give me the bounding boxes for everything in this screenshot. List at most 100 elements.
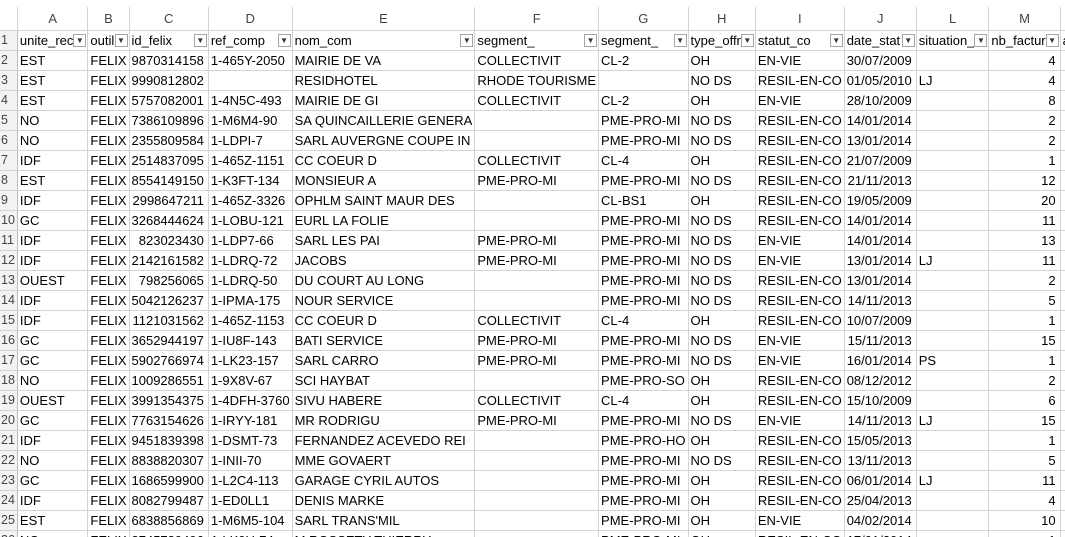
table-cell[interactable] — [916, 110, 990, 131]
table-cell[interactable]: 21/07/2009 — [844, 150, 917, 171]
table-cell[interactable]: 11 — [988, 210, 1061, 231]
table-cell[interactable]: SARL TRANS'MIL — [292, 510, 476, 531]
table-cell[interactable]: 3991354375 — [129, 390, 209, 411]
table-cell[interactable]: PME-PRO-MI — [598, 330, 689, 351]
table-cell[interactable]: OH — [688, 470, 756, 491]
table-cell[interactable]: RESIL-EN-CO — [755, 450, 845, 471]
table-cell[interactable]: 1-LK23-157 — [208, 350, 293, 371]
table-cell[interactable] — [474, 530, 600, 537]
table-cell[interactable]: 13/11/2013 — [844, 450, 917, 471]
column-header-p[interactable]: P — [1060, 7, 1065, 31]
header-cell[interactable]: outil ▼ — [87, 30, 130, 51]
table-cell[interactable]: 7 — [1060, 70, 1065, 91]
table-cell[interactable] — [916, 130, 990, 151]
table-cell[interactable]: 14/01/2014 — [844, 210, 917, 231]
table-cell[interactable]: NO — [17, 110, 89, 131]
table-cell[interactable]: EST — [17, 50, 89, 71]
column-header-j[interactable]: J — [844, 7, 917, 31]
header-cell[interactable]: ref_comp ▼ — [208, 30, 293, 51]
table-cell[interactable]: 7 — [1060, 150, 1065, 171]
table-cell[interactable]: 7 — [1060, 370, 1065, 391]
table-cell[interactable]: 1686599900 — [129, 470, 209, 491]
table-cell[interactable]: PME-PRO-MI — [598, 450, 689, 471]
table-cell[interactable]: NO — [17, 450, 89, 471]
table-cell[interactable]: 7386109896 — [129, 110, 209, 131]
table-cell[interactable]: 10/07/2009 — [844, 310, 917, 331]
table-cell[interactable]: RESIL-EN-CO — [755, 490, 845, 511]
column-header-h[interactable]: H — [688, 7, 756, 31]
table-cell[interactable]: MR RODRIGU — [292, 410, 476, 431]
table-cell[interactable]: 7 — [1060, 390, 1065, 411]
filter-dropdown-button[interactable]: ▼ — [193, 34, 207, 47]
table-cell[interactable] — [474, 450, 600, 471]
table-cell[interactable]: PME-PRO-MI — [474, 230, 600, 251]
table-cell[interactable]: LJ — [916, 70, 990, 91]
table-cell[interactable]: FELIX — [87, 450, 130, 471]
table-cell[interactable]: FELIX — [87, 210, 130, 231]
table-cell[interactable]: IDF — [17, 430, 89, 451]
table-cell[interactable]: 8082799487 — [129, 490, 209, 511]
row-number[interactable]: 16 — [0, 330, 18, 351]
table-cell[interactable]: OH — [688, 490, 756, 511]
table-cell[interactable]: RESIL-EN-CO — [755, 310, 845, 331]
table-cell[interactable]: 06/01/2014 — [844, 470, 917, 491]
table-cell[interactable]: IDF — [17, 310, 89, 331]
table-cell[interactable]: OUEST — [17, 390, 89, 411]
table-cell[interactable]: PME-PRO-MI — [598, 250, 689, 271]
table-cell[interactable] — [474, 490, 600, 511]
table-cell[interactable]: 2514837095 — [129, 150, 209, 171]
table-cell[interactable]: 1-M6M5-104 — [208, 510, 293, 531]
table-cell[interactable]: 11 — [988, 250, 1061, 271]
row-number[interactable]: 3 — [0, 70, 18, 91]
column-header-b[interactable]: B — [87, 7, 130, 31]
table-cell[interactable]: 15/10/2009 — [844, 390, 917, 411]
table-cell[interactable]: IDF — [17, 190, 89, 211]
table-cell[interactable]: PME-PRO-MI — [474, 250, 600, 271]
table-cell[interactable]: 17/01/2014 — [844, 530, 917, 537]
table-cell[interactable]: FELIX — [87, 230, 130, 251]
table-cell[interactable] — [916, 370, 990, 391]
table-cell[interactable]: 12 — [988, 170, 1061, 191]
table-cell[interactable]: PME-PRO-MI — [474, 330, 600, 351]
table-cell[interactable]: FELIX — [87, 190, 130, 211]
table-cell[interactable]: NO DS — [688, 130, 756, 151]
table-cell[interactable]: MAIRIE DE VA — [292, 50, 476, 71]
table-cell[interactable]: 5 — [988, 290, 1061, 311]
filter-dropdown-button[interactable]: ▼ — [901, 34, 915, 47]
table-cell[interactable]: SCI HAYBAT — [292, 370, 476, 391]
table-cell[interactable]: PME-PRO-MI — [474, 350, 600, 371]
table-cell[interactable] — [474, 510, 600, 531]
header-cell[interactable]: unite_rec ▼ — [17, 30, 89, 51]
table-cell[interactable]: FELIX — [87, 530, 130, 537]
table-cell[interactable]: GARAGE CYRIL AUTOS — [292, 470, 476, 491]
row-number[interactable]: 24 — [0, 490, 18, 511]
table-cell[interactable]: PME-PRO-MI — [598, 230, 689, 251]
table-cell[interactable]: 1-M6M4-90 — [208, 110, 293, 131]
filter-dropdown-button[interactable]: ▼ — [277, 34, 291, 47]
table-cell[interactable]: EN-VIE — [755, 250, 845, 271]
table-cell[interactable]: PME-PRO-MI — [598, 350, 689, 371]
filter-dropdown-button[interactable]: ▼ — [740, 34, 754, 47]
table-cell[interactable]: RESIL-EN-CO — [755, 210, 845, 231]
table-cell[interactable] — [916, 210, 990, 231]
table-cell[interactable]: GC — [17, 350, 89, 371]
table-cell[interactable]: 11 — [988, 470, 1061, 491]
table-cell[interactable]: 9990812802 — [129, 70, 209, 91]
filter-dropdown-button[interactable]: ▼ — [114, 34, 128, 47]
table-cell[interactable]: NO DS — [688, 350, 756, 371]
table-cell[interactable]: 7 — [1060, 130, 1065, 151]
header-cell[interactable]: statut_co ▼ — [755, 30, 845, 51]
table-cell[interactable]: 4 — [988, 50, 1061, 71]
table-cell[interactable]: RESIL-EN-CO — [755, 530, 845, 537]
row-number[interactable]: 10 — [0, 210, 18, 231]
table-cell[interactable]: 1-465Z-1153 — [208, 310, 293, 331]
table-cell[interactable] — [208, 70, 293, 91]
row-number[interactable]: 11 — [0, 230, 18, 251]
table-cell[interactable]: FELIX — [87, 490, 130, 511]
table-cell[interactable]: 13/01/2014 — [844, 270, 917, 291]
table-cell[interactable] — [916, 530, 990, 537]
table-cell[interactable]: FELIX — [87, 470, 130, 491]
table-cell[interactable]: GC — [17, 330, 89, 351]
table-cell[interactable]: OH — [688, 370, 756, 391]
table-cell[interactable] — [916, 510, 990, 531]
